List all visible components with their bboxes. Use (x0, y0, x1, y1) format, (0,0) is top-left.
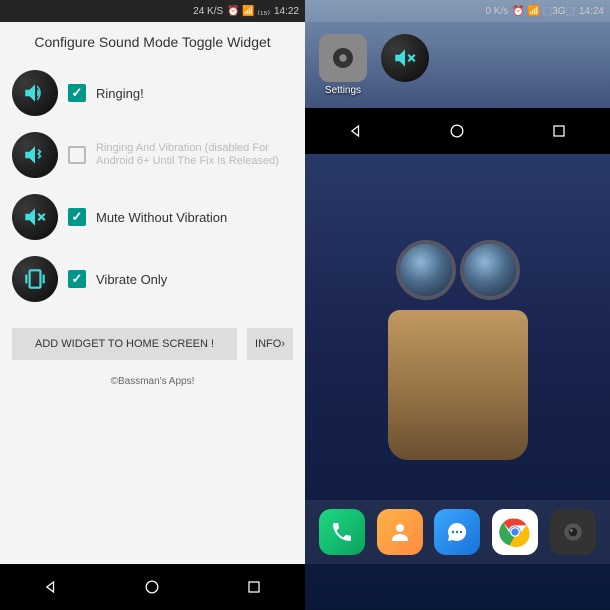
nav-bar (0, 564, 305, 610)
add-widget-button[interactable]: ADD WIDGET TO HOME SCREEN ! (12, 328, 237, 360)
chrome-app[interactable] (492, 509, 538, 555)
checkbox[interactable] (68, 84, 86, 102)
checkbox (68, 146, 86, 164)
sound-toggle-widget[interactable] (381, 34, 429, 96)
recent-icon[interactable] (549, 121, 569, 141)
app-label: Settings (319, 85, 367, 96)
dialer-app[interactable] (319, 509, 365, 555)
contacts-app[interactable] (377, 509, 423, 555)
speaker-icon (12, 70, 58, 116)
status-bar: 0 K/s ⏰ 📶 ⬚3G⬚ 14:24 (305, 0, 610, 22)
speaker-mute-icon (12, 194, 58, 240)
option-ringing[interactable]: Ringing! (0, 62, 305, 124)
credit-label: ©Bassman's Apps! (0, 372, 305, 391)
speaker-vibrate-icon (12, 132, 58, 178)
checkbox[interactable] (68, 270, 86, 288)
clock: 14:22 (274, 6, 299, 17)
messages-app[interactable] (434, 509, 480, 555)
page-title: Configure Sound Mode Toggle Widget (0, 22, 305, 62)
widget-row: Settings (305, 22, 610, 108)
option-vibrate[interactable]: Vibrate Only (0, 248, 305, 310)
nav-bar (305, 108, 610, 154)
home-icon[interactable] (447, 121, 467, 141)
info-button[interactable]: INFO› (247, 328, 293, 360)
back-icon[interactable] (41, 577, 61, 597)
status-icons: ⏰ 📶 ⬚3G⬚ (512, 6, 575, 17)
status-icons: ⏰ 📶 ₍₁₅₎ (227, 6, 270, 17)
home-screen[interactable]: 0 K/s ⏰ 📶 ⬚3G⬚ 14:24 Settings (305, 0, 610, 610)
wallpaper-robot (348, 240, 568, 520)
option-label: Ringing And Vibration (disabled For Andr… (96, 142, 293, 168)
settings-app[interactable]: Settings (319, 34, 367, 96)
home-icon[interactable] (142, 577, 162, 597)
recent-icon[interactable] (244, 577, 264, 597)
option-label: Vibrate Only (96, 272, 167, 287)
clock: 14:24 (579, 6, 604, 17)
option-ring-vibrate: Ringing And Vibration (disabled For Andr… (0, 124, 305, 186)
config-screen: 24 K/S ⏰ 📶 ₍₁₅₎ 14:22 Configure Sound Mo… (0, 0, 305, 610)
status-bar: 24 K/S ⏰ 📶 ₍₁₅₎ 14:22 (0, 0, 305, 22)
net-speed: 24 K/S (193, 6, 223, 17)
button-row: ADD WIDGET TO HOME SCREEN ! INFO› (0, 316, 305, 372)
dock (305, 500, 610, 564)
vibrate-icon (12, 256, 58, 302)
net-speed: 0 K/s (485, 6, 508, 17)
back-icon[interactable] (346, 121, 366, 141)
option-label: Mute Without Vibration (96, 210, 227, 225)
option-label: Ringing! (96, 86, 144, 101)
checkbox[interactable] (68, 208, 86, 226)
camera-app[interactable] (550, 509, 596, 555)
option-mute[interactable]: Mute Without Vibration (0, 186, 305, 248)
